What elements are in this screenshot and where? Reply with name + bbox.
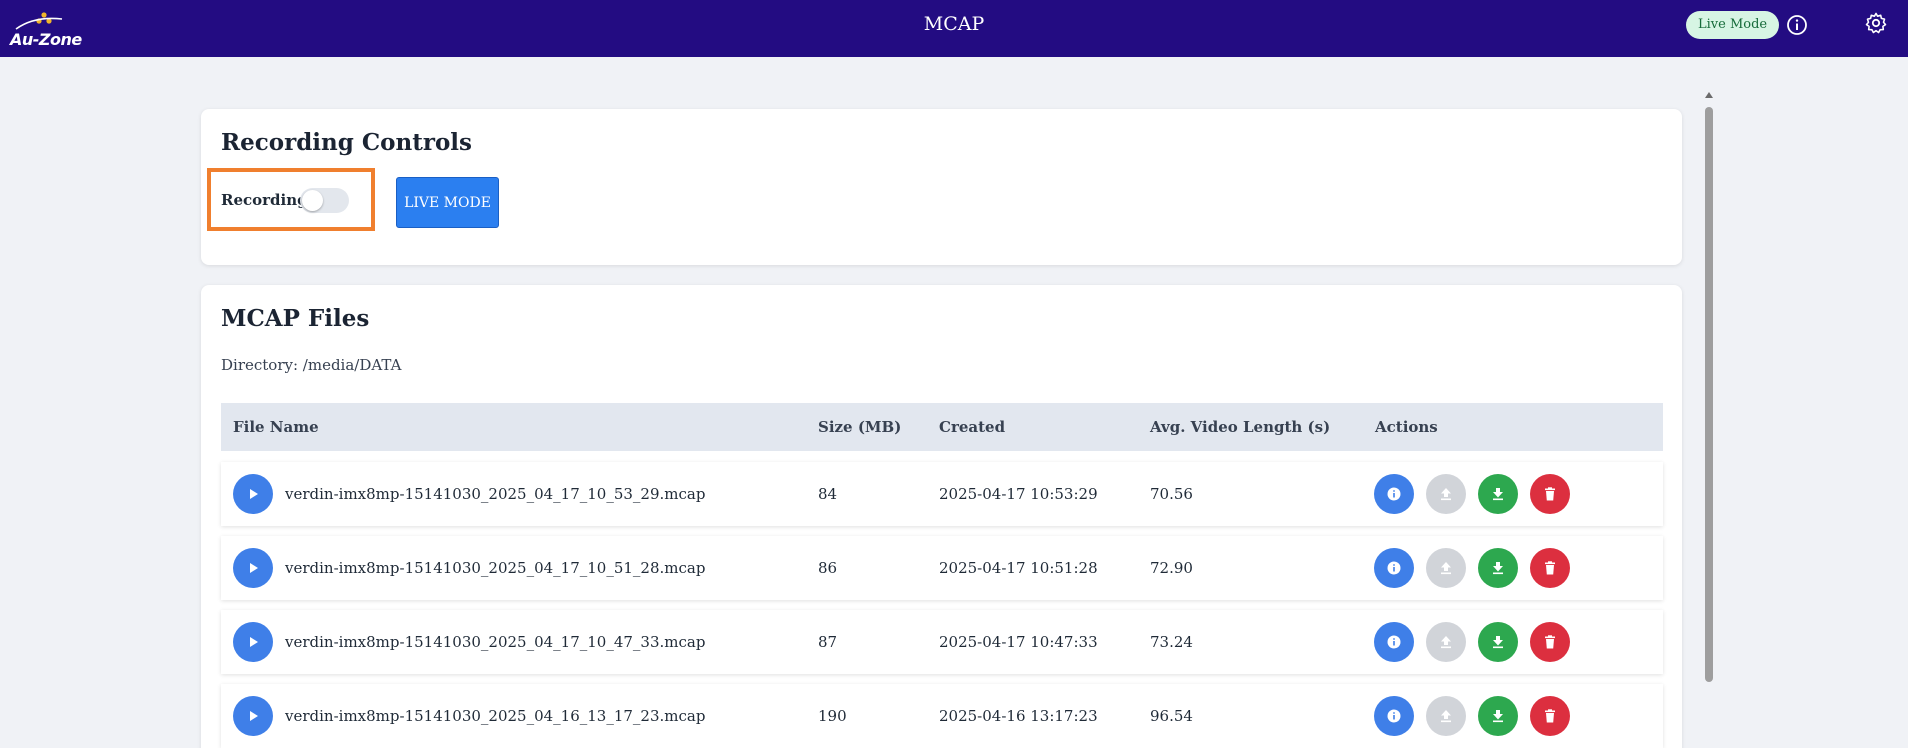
trash-icon — [1545, 635, 1555, 649]
download-button[interactable] — [1478, 696, 1518, 736]
upload-icon — [1441, 710, 1451, 723]
download-icon — [1493, 562, 1503, 575]
mcap-files-card: MCAP Files Directory: /media/DATA File N… — [201, 285, 1682, 748]
file-name: verdin-imx8mp-15141030_2025_04_17_10_51_… — [285, 559, 706, 577]
table-header: File Name Size (MB) Created Avg. Video L… — [221, 403, 1663, 451]
table-row[interactable]: verdin-imx8mp-15141030_2025_04_17_10_51_… — [221, 536, 1663, 600]
column-size[interactable]: Size (MB) — [818, 418, 901, 436]
info-icon — [1387, 561, 1401, 575]
file-created: 2025-04-17 10:53:29 — [939, 485, 1098, 503]
directory-label: Directory: /media/DATA — [221, 356, 402, 374]
file-size: 84 — [818, 485, 838, 503]
info-button[interactable] — [1374, 622, 1414, 662]
play-button[interactable] — [233, 548, 273, 588]
file-avg-video-length: 70.56 — [1150, 485, 1193, 503]
file-avg-video-length: 73.24 — [1150, 633, 1193, 651]
info-icon[interactable] — [1786, 14, 1808, 36]
play-button[interactable] — [233, 696, 273, 736]
upload-icon — [1441, 488, 1451, 501]
play-button[interactable] — [233, 474, 273, 514]
upload-button[interactable] — [1426, 622, 1466, 662]
info-icon — [1387, 487, 1401, 501]
file-name: verdin-imx8mp-15141030_2025_04_16_13_17_… — [285, 707, 706, 725]
page-title: MCAP — [923, 13, 985, 35]
recording-toggle[interactable] — [300, 188, 349, 213]
trash-icon — [1545, 709, 1555, 723]
info-button[interactable] — [1374, 696, 1414, 736]
upload-icon — [1441, 562, 1451, 575]
file-created: 2025-04-17 10:47:33 — [939, 633, 1098, 651]
file-created: 2025-04-16 13:17:23 — [939, 707, 1098, 725]
file-name: verdin-imx8mp-15141030_2025_04_17_10_53_… — [285, 485, 706, 503]
play-button[interactable] — [233, 622, 273, 662]
info-button[interactable] — [1374, 474, 1414, 514]
upload-button[interactable] — [1426, 474, 1466, 514]
file-avg-video-length: 72.90 — [1150, 559, 1193, 577]
delete-button[interactable] — [1530, 548, 1570, 588]
download-icon — [1493, 636, 1503, 649]
play-icon — [250, 563, 258, 573]
mcap-files-title: MCAP Files — [221, 305, 370, 332]
download-button[interactable] — [1478, 548, 1518, 588]
table-row[interactable]: verdin-imx8mp-15141030_2025_04_16_13_17_… — [221, 684, 1663, 748]
play-icon — [250, 711, 258, 721]
download-button[interactable] — [1478, 622, 1518, 662]
file-name: verdin-imx8mp-15141030_2025_04_17_10_47_… — [285, 633, 706, 651]
trash-icon — [1545, 561, 1555, 575]
file-size: 190 — [818, 707, 847, 725]
info-icon — [1387, 709, 1401, 723]
download-icon — [1493, 710, 1503, 723]
upload-button[interactable] — [1426, 548, 1466, 588]
download-button[interactable] — [1478, 474, 1518, 514]
recording-controls-title: Recording Controls — [221, 129, 472, 156]
play-icon — [250, 637, 258, 647]
delete-button[interactable] — [1530, 474, 1570, 514]
column-file-name[interactable]: File Name — [233, 418, 319, 436]
download-icon — [1493, 488, 1503, 501]
scroll-thumb[interactable] — [1705, 107, 1713, 682]
live-mode-badge[interactable]: Live Mode — [1686, 11, 1780, 39]
gear-icon[interactable] — [1864, 11, 1888, 35]
trash-icon — [1545, 487, 1555, 501]
top-bar: Au-Zone MCAP Live Mode — [0, 0, 1908, 57]
info-icon — [1387, 635, 1401, 649]
recording-toggle-label: Recording — [221, 191, 308, 209]
column-actions: Actions — [1375, 418, 1438, 436]
file-size: 86 — [818, 559, 838, 577]
delete-button[interactable] — [1530, 622, 1570, 662]
live-mode-button[interactable]: LIVE MODE — [396, 177, 499, 228]
file-size: 87 — [818, 633, 838, 651]
scrollbar[interactable] — [1704, 92, 1714, 748]
scroll-up-arrow[interactable] — [1705, 92, 1713, 98]
info-button[interactable] — [1374, 548, 1414, 588]
upload-button[interactable] — [1426, 696, 1466, 736]
file-created: 2025-04-17 10:51:28 — [939, 559, 1098, 577]
file-avg-video-length: 96.54 — [1150, 707, 1193, 725]
column-avg-video-length[interactable]: Avg. Video Length (s) — [1150, 418, 1330, 436]
upload-icon — [1441, 636, 1451, 649]
recording-controls-card: Recording Controls Recording LIVE MODE — [201, 109, 1682, 265]
play-icon — [250, 489, 258, 499]
table-row[interactable]: verdin-imx8mp-15141030_2025_04_17_10_47_… — [221, 610, 1663, 674]
delete-button[interactable] — [1530, 696, 1570, 736]
table-row[interactable]: verdin-imx8mp-15141030_2025_04_17_10_53_… — [221, 462, 1663, 526]
toggle-knob — [302, 190, 323, 211]
column-created[interactable]: Created — [939, 418, 1005, 436]
